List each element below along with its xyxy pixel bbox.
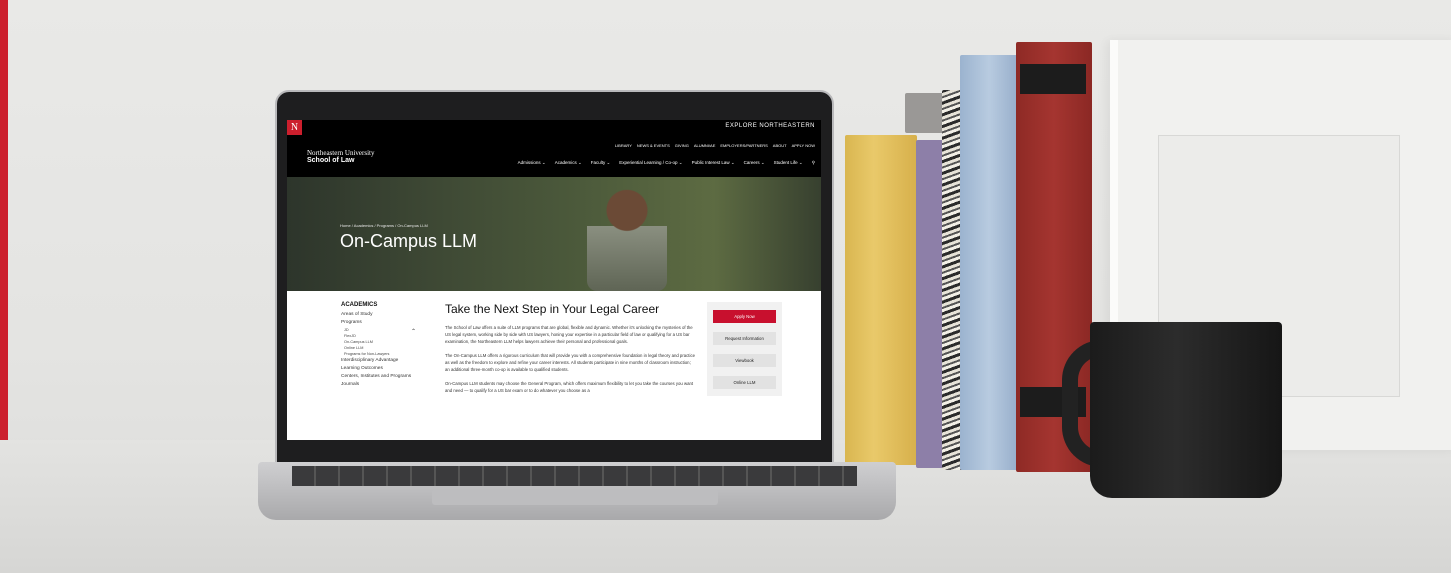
logo-university[interactable]: Northeastern University: [307, 149, 374, 157]
apply-now-button[interactable]: Apply Now: [713, 310, 776, 323]
sidebar-heading[interactable]: ACADEMICS: [341, 302, 431, 308]
nav-academics[interactable]: Academics ⌄: [555, 160, 582, 166]
sidebar: ACADEMICS Areas of Study Programs JD Fle…: [341, 302, 431, 390]
util-link-news-events[interactable]: NEWS & EVENTS: [637, 143, 670, 148]
online-llm-button[interactable]: Online LLM: [713, 376, 776, 389]
hero-banner: Home / Academics / Programs / On-Campus …: [287, 177, 821, 291]
program-paragraph: On-Campus LLM students may choose the Ge…: [445, 381, 694, 393]
util-link-about[interactable]: ABOUT: [773, 143, 787, 148]
book-blue: [960, 55, 1018, 470]
breadcrumb[interactable]: Home / Academics / Programs / On-Campus …: [340, 223, 428, 228]
top-bar: N EXPLORE NORTHEASTERN: [287, 120, 821, 135]
sidebar-item-outcomes[interactable]: Learning Outcomes: [341, 366, 431, 371]
book-purple: [916, 140, 944, 468]
book-yellow: [845, 135, 917, 465]
sidebar-item-interdisciplinary[interactable]: Interdisciplinary Advantage: [341, 358, 431, 363]
curriculum-paragraph: The On-Campus LLM offers a rigorous curr…: [445, 353, 695, 372]
explore-link[interactable]: EXPLORE NORTHEASTERN: [725, 123, 815, 129]
hero-photo: [587, 179, 667, 291]
nav-student-life[interactable]: Student Life ⌄: [774, 160, 803, 166]
main-nav: Admissions ⌄ Academics ⌄ Faculty ⌄ Exper…: [518, 160, 815, 166]
laptop-screen: N EXPLORE NORTHEASTERN Northeastern Univ…: [287, 120, 821, 440]
utility-nav: LIBRARY NEWS & EVENTS GIVING ALUMNI/AE E…: [615, 143, 815, 148]
content-heading: Take the Next Step in Your Legal Career: [445, 302, 660, 316]
nav-public-interest[interactable]: Public Interest Law ⌄: [692, 160, 735, 166]
nav-careers[interactable]: Careers ⌄: [744, 160, 765, 166]
sidebar-item-areas[interactable]: Areas of Study: [341, 312, 431, 317]
nav-admissions[interactable]: Admissions ⌄: [518, 160, 546, 166]
chevron-up-icon[interactable]: ⌃: [411, 328, 416, 335]
intro-paragraph: The School of Law offers a suite of LLM …: [445, 325, 693, 344]
laptop-trackpad: [432, 489, 718, 505]
site-header: Northeastern University School of Law LI…: [287, 135, 821, 177]
util-link-giving[interactable]: GIVING: [675, 143, 689, 148]
util-link-employers[interactable]: EMPLOYERS/PARTNERS: [720, 143, 767, 148]
page-title: On-Campus LLM: [340, 231, 478, 251]
laptop-keyboard: [292, 466, 857, 486]
sidebar-item-programs[interactable]: Programs: [341, 320, 431, 325]
sidebar-item-journals[interactable]: Journals: [341, 382, 431, 387]
util-link-apply[interactable]: APPLY NOW: [792, 143, 815, 148]
request-info-button[interactable]: Request Information: [713, 332, 776, 345]
sidebar-sub-flexjd[interactable]: FlexJD: [344, 334, 431, 338]
viewbook-button[interactable]: Viewbook: [713, 354, 776, 367]
sidebar-sub-jd[interactable]: JD: [344, 328, 431, 332]
nav-experiential[interactable]: Experiential Learning / Co-op ⌄: [619, 160, 682, 166]
sidebar-sub-non-lawyers[interactable]: Programs for Non-Lawyers: [344, 352, 431, 356]
logo-school[interactable]: School of Law: [307, 157, 354, 164]
northeastern-logo-icon[interactable]: N: [287, 120, 302, 135]
sidebar-sub-oncampus-llm[interactable]: On-Campus LLM: [344, 340, 431, 344]
util-link-library[interactable]: LIBRARY: [615, 143, 632, 148]
coffee-mug: [1090, 322, 1282, 498]
sidebar-item-centers[interactable]: Centers, Institutes and Programs: [341, 374, 431, 379]
sidebar-sub-online-llm[interactable]: Online LLM: [344, 346, 431, 350]
book-grey: [905, 93, 945, 133]
main-content: Take the Next Step in Your Legal Career …: [445, 302, 695, 401]
util-link-alumni[interactable]: ALUMNI/AE: [694, 143, 716, 148]
cta-panel: Apply Now Request Information Viewbook O…: [707, 302, 782, 396]
nav-faculty[interactable]: Faculty ⌄: [591, 160, 611, 166]
search-icon[interactable]: ⚲: [812, 160, 815, 166]
